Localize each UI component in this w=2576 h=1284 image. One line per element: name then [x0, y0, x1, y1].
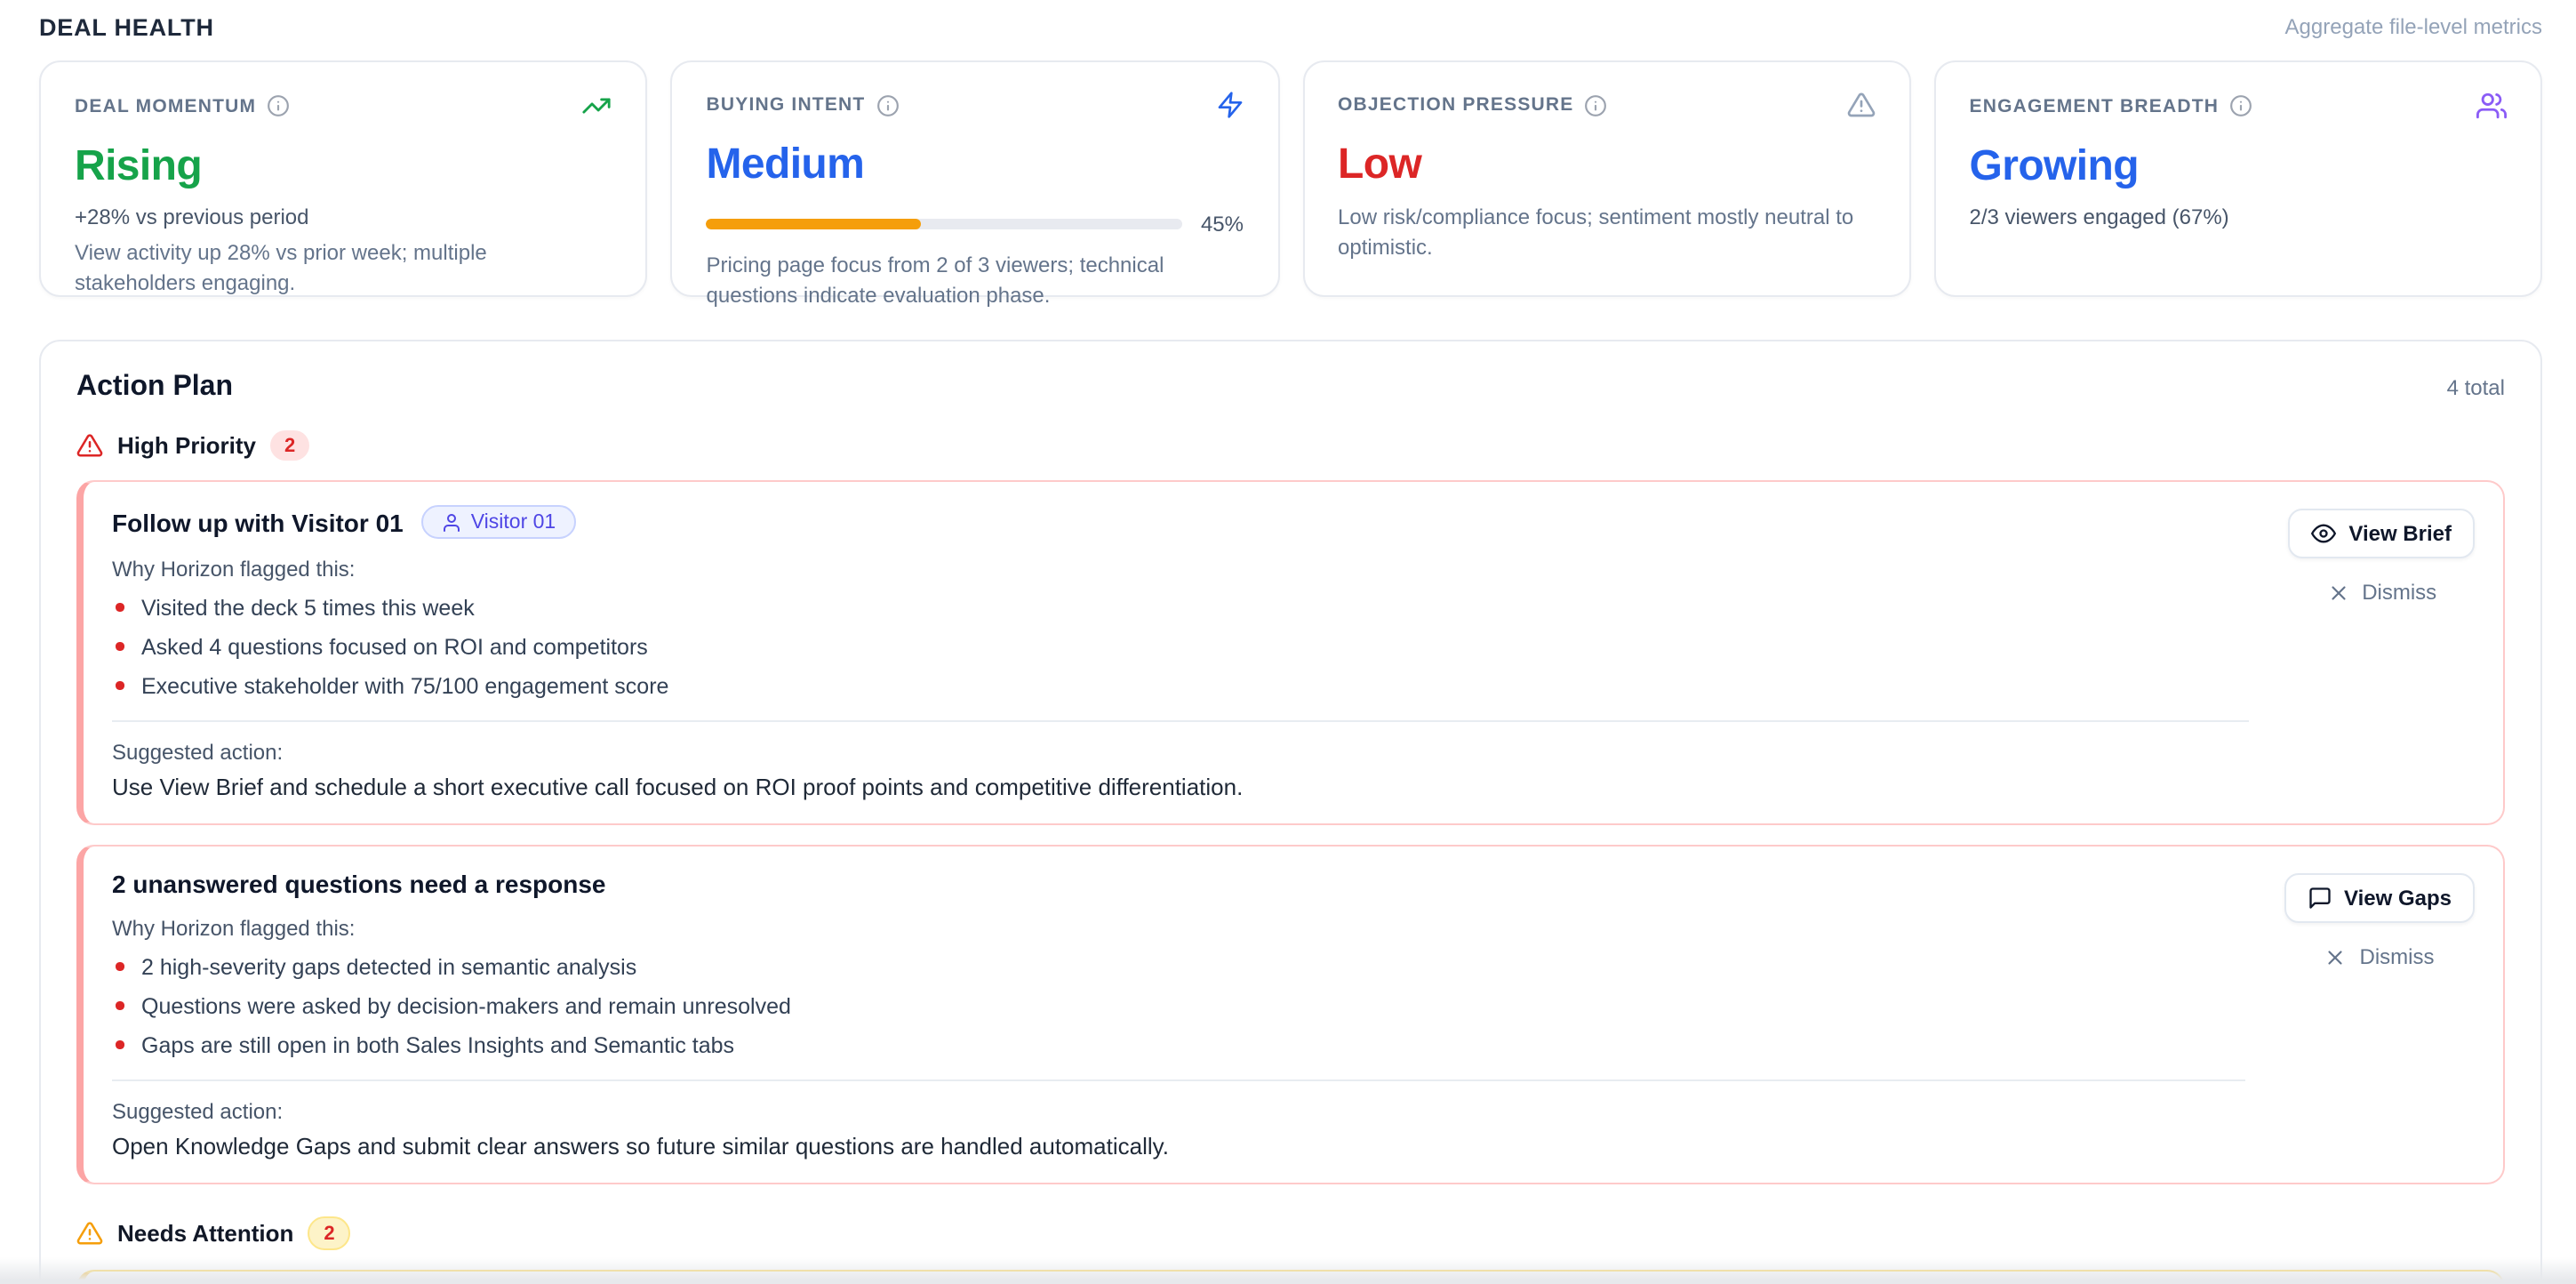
count-badge: 2 — [270, 430, 309, 461]
why-flagged-label: Why Horizon flagged this: — [112, 916, 2244, 941]
reason-item: Gaps are still open in both Sales Insigh… — [112, 1031, 2244, 1058]
reason-item: Questions were asked by decision-makers … — [112, 992, 2244, 1019]
reason-item: Executive stakeholder with 75/100 engage… — [112, 672, 2249, 699]
reason-item: Asked 4 questions focused on ROI and com… — [112, 633, 2249, 660]
metric-label: DEAL MOMENTUM — [75, 95, 256, 116]
page-header: DEAL HEALTH Aggregate file-level metrics — [39, 11, 2542, 43]
metric-label: ENGAGEMENT BREADTH — [1970, 95, 2220, 116]
bullet-dot-icon — [116, 1041, 124, 1049]
bullet-dot-icon — [116, 604, 124, 612]
section-high-priority: High Priority 2 — [76, 430, 2505, 461]
section-label: Needs Attention — [117, 1220, 293, 1247]
action-card-title: 2 unanswered questions need a response — [112, 870, 606, 898]
metric-description: View activity up 28% vs prior week; mult… — [75, 238, 612, 297]
dismiss-button[interactable]: Dismiss — [2319, 576, 2444, 608]
aggregate-metrics-note: Aggregate file-level metrics — [2285, 14, 2542, 39]
action-card-follow-up-visitor-01: Follow up with Visitor 01 Visitor 01 Why… — [76, 480, 2505, 825]
trending-up-icon — [582, 91, 612, 121]
metric-label: BUYING INTENT — [707, 94, 866, 116]
info-icon[interactable] — [876, 93, 899, 116]
info-icon[interactable] — [1585, 93, 1608, 116]
intent-progress: 45% — [707, 212, 1244, 237]
visitor-badge-label: Visitor 01 — [471, 511, 556, 533]
metric-description: Pricing page focus from 2 of 3 viewers; … — [707, 251, 1244, 309]
suggested-action-label: Suggested action: — [112, 1099, 2244, 1124]
info-icon[interactable] — [267, 94, 290, 117]
count-badge: 2 — [308, 1216, 350, 1250]
metric-card-buying-intent: BUYING INTENT Medium 45% — [671, 60, 1280, 297]
message-square-icon — [2307, 886, 2332, 911]
eye-icon — [2311, 521, 2336, 546]
metric-value: Growing — [1970, 144, 2508, 189]
action-card-unanswered-questions: 2 unanswered questions need a response W… — [76, 845, 2505, 1184]
action-card-title: Follow up with Visitor 01 — [112, 508, 404, 536]
why-flagged-label: Why Horizon flagged this: — [112, 557, 2249, 582]
metric-description: Low risk/compliance focus; sentiment mos… — [1338, 203, 1876, 261]
dismiss-button[interactable]: Dismiss — [2317, 941, 2442, 973]
metric-value: Medium — [707, 142, 1244, 187]
info-icon[interactable] — [2229, 94, 2252, 117]
action-card-send-docs-visitor-02: Send technical docs to Visitor 02 Visito… — [76, 1270, 2505, 1284]
bullet-dot-icon — [116, 1002, 124, 1010]
suggested-action-text: Use View Brief and schedule a short exec… — [112, 774, 2249, 800]
bullet-dot-icon — [116, 682, 124, 690]
metric-value: Rising — [75, 144, 612, 189]
metric-label: OBJECTION PRESSURE — [1338, 94, 1574, 116]
card-actions: View Gaps Dismiss — [2284, 870, 2475, 973]
suggested-action-label: Suggested action: — [112, 740, 2249, 765]
alert-triangle-icon — [1847, 91, 1876, 119]
user-icon — [441, 511, 462, 533]
metric-subvalue: +28% vs previous period — [75, 205, 612, 229]
metric-card-engagement-breadth: ENGAGEMENT BREADTH Growing 2/3 viewers e… — [1934, 60, 2543, 297]
page-title: DEAL HEALTH — [39, 13, 214, 40]
view-brief-button[interactable]: View Brief — [2288, 509, 2475, 558]
metric-card-deal-momentum: DEAL MOMENTUM Rising +28% vs previous pe… — [39, 60, 648, 297]
deal-health-page: DEAL HEALTH Aggregate file-level metrics… — [0, 0, 2576, 1284]
action-plan-panel: Action Plan 4 total High Priority 2 Foll… — [39, 340, 2542, 1284]
reason-item: Visited the deck 5 times this week — [112, 594, 2249, 621]
metric-card-objection-pressure: OBJECTION PRESSURE Low Low risk/complian… — [1302, 60, 1911, 297]
metric-description: 2/3 viewers engaged (67%) — [1970, 205, 2508, 229]
close-icon — [2326, 581, 2349, 604]
divider — [112, 720, 2249, 722]
section-needs-attention: Needs Attention 2 — [76, 1216, 2505, 1250]
visitor-badge: Visitor 01 — [421, 505, 575, 539]
action-plan-total: 4 total — [2447, 375, 2505, 400]
progress-track — [707, 219, 1183, 229]
zap-icon — [1215, 91, 1244, 119]
section-label: High Priority — [117, 432, 256, 459]
metric-cards-row: DEAL MOMENTUM Rising +28% vs previous pe… — [39, 60, 2542, 297]
card-actions: View Brief Dismiss — [2288, 505, 2475, 608]
bullet-dot-icon — [116, 643, 124, 651]
bullet-dot-icon — [116, 963, 124, 971]
alert-triangle-icon — [76, 1220, 103, 1247]
view-gaps-button[interactable]: View Gaps — [2284, 873, 2475, 923]
close-icon — [2324, 945, 2348, 968]
progress-percent-label: 45% — [1201, 212, 1244, 237]
reason-list: 2 high-severity gaps detected in semanti… — [112, 953, 2244, 1058]
metric-value: Low — [1338, 142, 1876, 187]
divider — [112, 1079, 2244, 1081]
users-icon — [2476, 91, 2507, 121]
alert-triangle-icon — [76, 432, 103, 459]
progress-fill — [707, 219, 921, 229]
reason-item: 2 high-severity gaps detected in semanti… — [112, 953, 2244, 980]
suggested-action-text: Open Knowledge Gaps and submit clear ans… — [112, 1133, 2244, 1160]
reason-list: Visited the deck 5 times this week Asked… — [112, 594, 2249, 699]
action-plan-title: Action Plan — [76, 372, 233, 404]
